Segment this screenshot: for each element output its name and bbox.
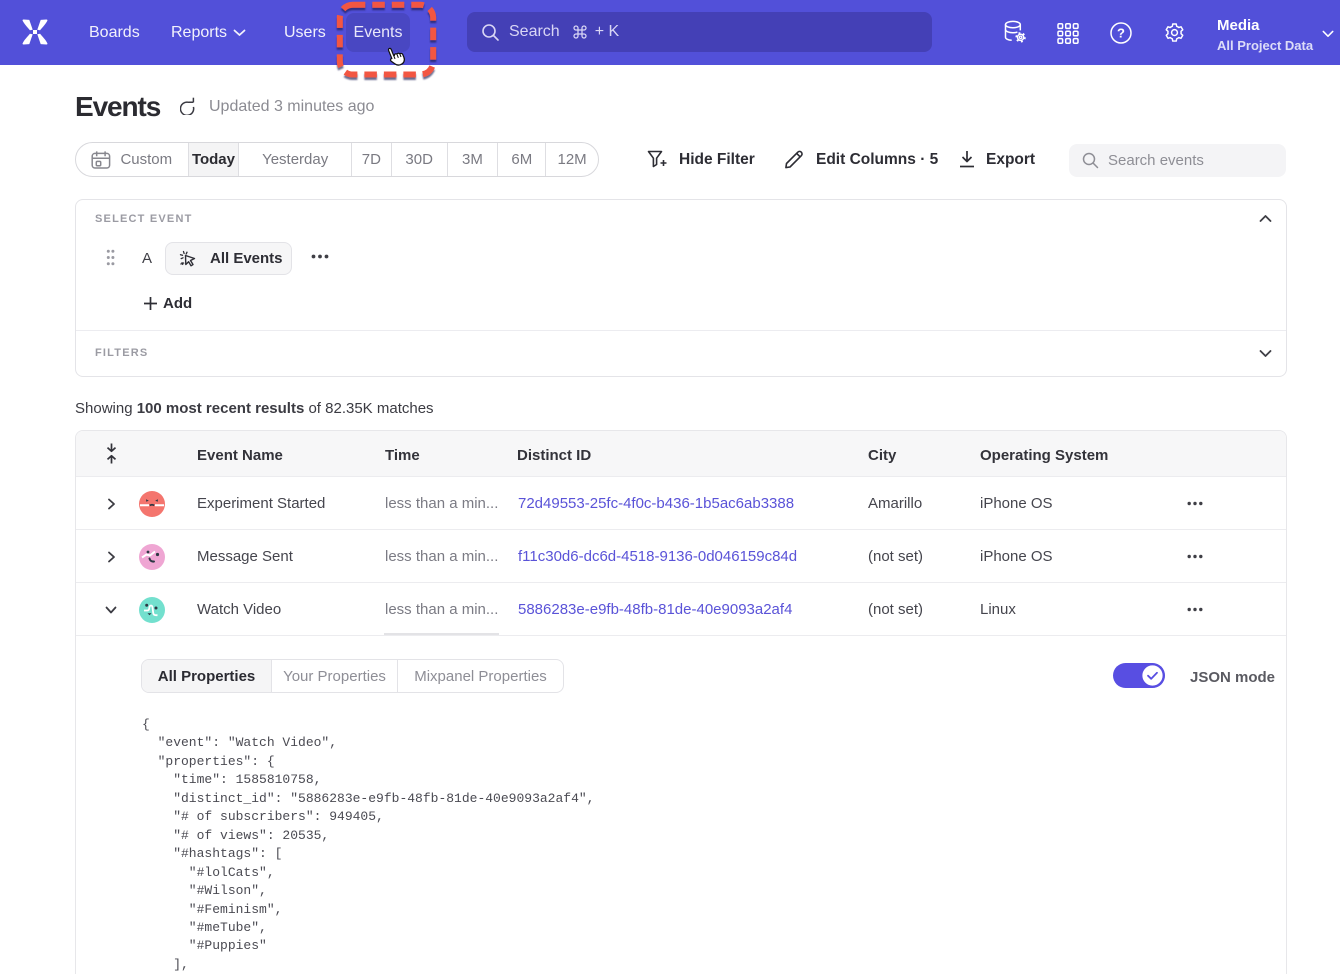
svg-text:?: ? bbox=[1117, 26, 1125, 41]
